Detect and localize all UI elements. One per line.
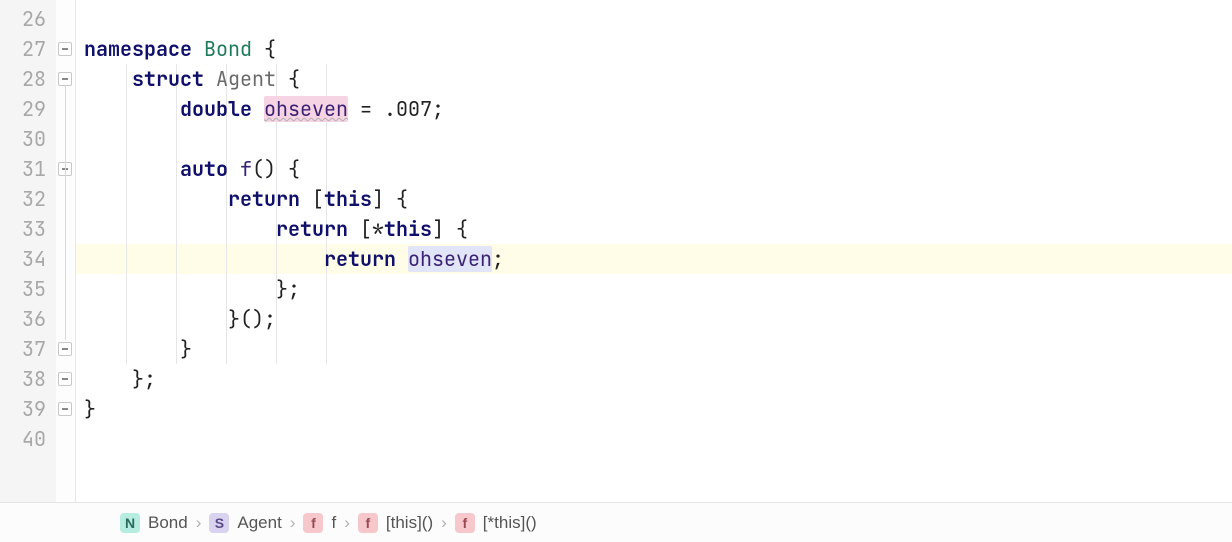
- code-text-area[interactable]: namespace Bond { struct Agent { double o…: [76, 0, 1232, 502]
- symbol-badge: f: [358, 513, 378, 533]
- fold-handle[interactable]: [58, 342, 72, 356]
- breadcrumb-item[interactable]: ff: [303, 513, 336, 533]
- code-line[interactable]: return ohseven;: [84, 244, 1232, 274]
- code-line[interactable]: double ohseven = .007;: [84, 94, 1232, 124]
- breadcrumb-label: f: [331, 513, 336, 533]
- line-number: 31: [0, 154, 46, 184]
- symbol-badge: f: [303, 513, 323, 533]
- line-number: 36: [0, 304, 46, 334]
- chevron-right-icon: ›: [441, 513, 447, 533]
- line-number: 33: [0, 214, 46, 244]
- breadcrumb-item[interactable]: f [this](): [358, 513, 433, 533]
- fold-handle[interactable]: [58, 372, 72, 386]
- code-line[interactable]: struct Agent {: [84, 64, 1232, 94]
- line-number: 34: [0, 244, 46, 274]
- code-line[interactable]: return [*this] {: [84, 214, 1232, 244]
- chevron-right-icon: ›: [196, 513, 202, 533]
- code-line[interactable]: [84, 4, 1232, 34]
- code-line[interactable]: return [this] {: [84, 184, 1232, 214]
- code-line[interactable]: }: [84, 394, 1232, 424]
- breadcrumb-label: Agent: [237, 513, 281, 533]
- line-number: 30: [0, 124, 46, 154]
- code-line[interactable]: namespace Bond {: [84, 34, 1232, 64]
- chevron-right-icon: ›: [344, 513, 350, 533]
- line-number: 29: [0, 94, 46, 124]
- line-number: 28: [0, 64, 46, 94]
- fold-handle[interactable]: [58, 402, 72, 416]
- symbol-badge: N: [120, 513, 140, 533]
- fold-handle[interactable]: [58, 42, 72, 56]
- breadcrumb-item[interactable]: N Bond: [120, 513, 188, 533]
- code-line[interactable]: auto f() {: [84, 154, 1232, 184]
- chevron-right-icon: ›: [290, 513, 296, 533]
- code-line[interactable]: [84, 124, 1232, 154]
- code-editor: 262728293031323334353637383940 namespace…: [0, 0, 1232, 542]
- line-number: 35: [0, 274, 46, 304]
- code-line[interactable]: };: [84, 274, 1232, 304]
- code-line[interactable]: }: [84, 334, 1232, 364]
- breadcrumb-item[interactable]: f [*this](): [455, 513, 537, 533]
- symbol-badge: f: [455, 513, 475, 533]
- line-number: 32: [0, 184, 46, 214]
- code-area[interactable]: 262728293031323334353637383940 namespace…: [0, 0, 1232, 502]
- breadcrumb-item[interactable]: S Agent: [209, 513, 281, 533]
- line-number-gutter[interactable]: 262728293031323334353637383940: [0, 0, 56, 502]
- fold-handle[interactable]: [58, 72, 72, 86]
- line-number: 38: [0, 364, 46, 394]
- code-line[interactable]: };: [84, 364, 1232, 394]
- code-line[interactable]: [84, 424, 1232, 454]
- breadcrumb-label: Bond: [148, 513, 188, 533]
- line-number: 40: [0, 424, 46, 454]
- line-number: 26: [0, 4, 46, 34]
- symbol-badge: S: [209, 513, 229, 533]
- line-number: 39: [0, 394, 46, 424]
- line-number: 27: [0, 34, 46, 64]
- code-line[interactable]: }();: [84, 304, 1232, 334]
- breadcrumb-label: [this](): [386, 513, 433, 533]
- fold-gutter[interactable]: [56, 0, 76, 502]
- line-number: 37: [0, 334, 46, 364]
- breadcrumb-label: [*this](): [483, 513, 537, 533]
- breadcrumb-bar[interactable]: NBond›SAgent›ff›f[this]()›f[*this](): [0, 502, 1232, 542]
